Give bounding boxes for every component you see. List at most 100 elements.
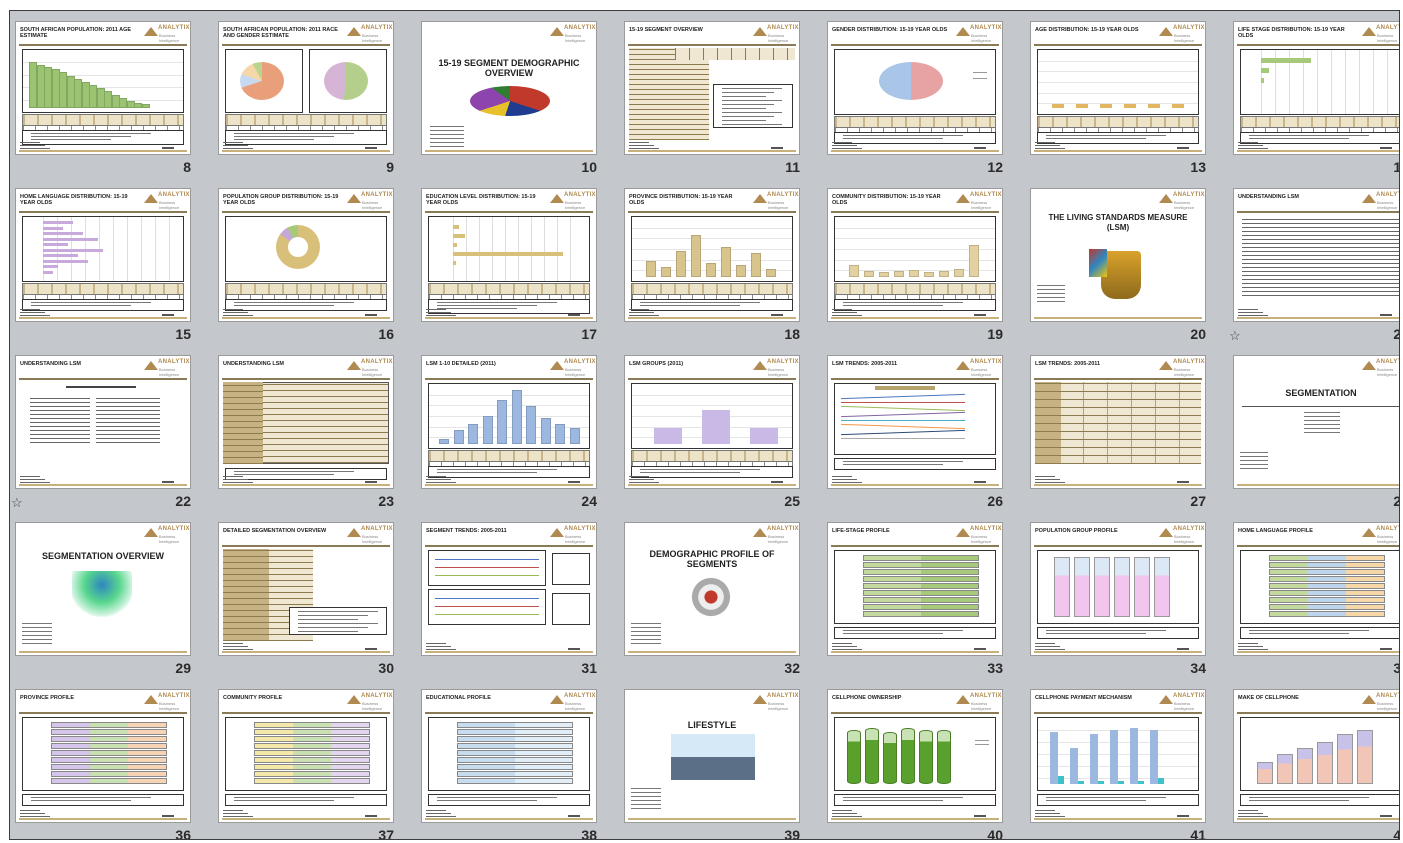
slide-number: 14 [1393,159,1399,175]
chart-header [875,386,935,390]
slide-canvas[interactable]: ANALYTIX Business Intelligence UNDERSTANDI… [218,355,394,489]
slide-thumbnail-11[interactable]: ANALYTIX Business Intelligence 15-19 SEGME… [624,21,804,191]
logo-roof-icon [550,528,564,537]
slide-canvas[interactable]: ANALYTIX Business Intelligence LIFESTYLE [624,689,800,823]
slide-thumbnail-24[interactable]: ANALYTIX Business Intelligence LSM 1-10 DE… [421,355,601,525]
slide-canvas[interactable]: ANALYTIX Business Intelligence SEGMENTATIO… [1233,355,1399,489]
slide-canvas[interactable]: ANALYTIX Business Intelligence POPULATION … [218,188,394,322]
slide-canvas[interactable]: ANALYTIX Business Intelligence MAKE OF CEL… [1233,689,1399,823]
slide-thumbnail-37[interactable]: ANALYTIX Business Intelligence COMMUNITY P… [218,689,398,839]
slide-thumbnail-39[interactable]: ANALYTIX Business Intelligence LIFESTYLE 39 [624,689,804,839]
slide-thumbnail-31[interactable]: ANALYTIX Business Intelligence SEGMENT TRE… [421,522,601,692]
slide-canvas[interactable]: ANALYTIX Business Intelligence PROVINCE PR… [15,689,191,823]
notes-box [289,607,387,635]
slide-thumbnail-15[interactable]: ANALYTIX Business Intelligence HOME LANGUA… [15,188,195,358]
slide-thumbnail-19[interactable]: ANALYTIX Business Intelligence COMMUNITY D… [827,188,1007,358]
slide-thumbnail-14[interactable]: ANALYTIX Business Intelligence LIFE STAGE … [1233,21,1399,191]
slide-canvas[interactable]: ANALYTIX Business Intelligence LSM 1-10 DE… [421,355,597,489]
slide-canvas[interactable]: ANALYTIX Business Intelligence HOME LANGUA… [15,188,191,322]
slide-title: COMMUNITY DISTRIBUTION: 15-19 YEAR OLDS [832,194,941,206]
slide-canvas[interactable]: ANALYTIX Business Intelligence AGE DISTRIB… [1030,21,1206,155]
slide-thumbnail-32[interactable]: ANALYTIX Business Intelligence DEMOGRAPHIC… [624,522,804,692]
chart-frame [1240,550,1399,624]
source-text-line [629,482,659,483]
chart-bar [939,271,949,277]
slide-thumbnail-29[interactable]: ANALYTIX Business Intelligence SEGMENTATIO… [15,522,195,692]
series-line [841,420,965,421]
slide-thumbnail-40[interactable]: ANALYTIX Business Intelligence CELLPHONE O… [827,689,1007,839]
slide-thumbnail-27[interactable]: ANALYTIX Business Intelligence LSM TRENDS:… [1030,355,1210,525]
footer-band [1034,150,1202,152]
slide-canvas[interactable]: ANALYTIX Business Intelligence PROVINCE DI… [624,188,800,322]
slide-thumbnail-30[interactable]: ANALYTIX Business Intelligence DETAILED SE… [218,522,398,692]
slide-thumbnail-12[interactable]: ANALYTIX Business Intelligence GENDER DIST… [827,21,1007,191]
slide-canvas[interactable]: ANALYTIX Business Intelligence DEMOGRAPHIC… [624,522,800,656]
slide-thumbnail-9[interactable]: ANALYTIX Business Intelligence SOUTH AFRIC… [218,21,398,191]
page-footer-logo [1380,314,1392,316]
slide-thumbnail-8[interactable]: ANALYTIX Business Intelligence SOUTH AFRIC… [15,21,195,191]
slide-canvas[interactable]: ANALYTIX Business Intelligence 15-19 SEGME… [421,21,597,155]
slide-canvas[interactable]: ANALYTIX Business Intelligence CELLPHONE P… [1030,689,1206,823]
title-rule [19,211,187,213]
slide-canvas[interactable]: ANALYTIX Business Intelligence COMMUNITY P… [218,689,394,823]
slide-thumbnail-21[interactable]: ANALYTIX Business Intelligence UNDERSTANDI… [1229,188,1399,358]
slide-canvas[interactable]: ANALYTIX Business Intelligence DETAILED SE… [218,522,394,656]
slide-canvas[interactable]: ANALYTIX Business Intelligence CELLPHONE O… [827,689,1003,823]
slide-sorter-pane[interactable]: ANALYTIX Business Intelligence SOUTH AFRIC… [9,10,1400,840]
slide-thumbnail-22[interactable]: ANALYTIX Business Intelligence UNDERSTANDI… [11,355,195,525]
slide-canvas[interactable]: ANALYTIX Business Intelligence HOME LANGUA… [1233,522,1399,656]
footer-band [1034,651,1202,653]
slide-thumbnail-28[interactable]: ANALYTIX Business Intelligence SEGMENTATIO… [1233,355,1399,525]
slide-canvas[interactable]: ANALYTIX Business Intelligence LSM GROUPS … [624,355,800,489]
footer-band [425,317,593,319]
slide-thumbnail-35[interactable]: ANALYTIX Business Intelligence HOME LANGUA… [1233,522,1399,692]
slide-canvas[interactable]: ANALYTIX Business Intelligence COMMUNITY D… [827,188,1003,322]
slide-thumbnail-33[interactable]: ANALYTIX Business Intelligence LIFE-STAGE … [827,522,1007,692]
notes-text-line [1249,800,1349,801]
slide-thumbnail-13[interactable]: ANALYTIX Business Intelligence AGE DISTRIB… [1030,21,1210,191]
slide-canvas[interactable]: ANALYTIX Business Intelligence LIFE-STAGE … [827,522,1003,656]
slide-thumbnail-25[interactable]: ANALYTIX Business Intelligence LSM GROUPS … [624,355,804,525]
slide-thumbnail-42[interactable]: ANALYTIX Business Intelligence MAKE OF CEL… [1233,689,1399,839]
slide-thumbnail-10[interactable]: ANALYTIX Business Intelligence 15-19 SEGME… [421,21,601,191]
slide-canvas[interactable]: ANALYTIX Business Intelligence LIFE STAGE … [1233,21,1399,155]
logo-subtitle: Business Intelligence [1377,534,1398,544]
slide-canvas[interactable]: ANALYTIX Business Intelligence UNDERSTANDI… [1233,188,1399,322]
slide-canvas[interactable]: ANALYTIX Business Intelligence LSM TRENDS:… [827,355,1003,489]
slide-thumbnail-16[interactable]: ANALYTIX Business Intelligence POPULATION … [218,188,398,358]
slide-thumbnail-34[interactable]: ANALYTIX Business Intelligence POPULATION … [1030,522,1210,692]
logo-word: ANALYTIX [1376,526,1399,532]
slide-canvas[interactable]: ANALYTIX Business Intelligence EDUCATION L… [421,188,597,322]
series-line [435,567,539,568]
slide-thumbnail-23[interactable]: ANALYTIX Business Intelligence UNDERSTANDI… [218,355,398,525]
slide-canvas[interactable]: ANALYTIX Business Intelligence SEGMENT TRE… [421,522,597,656]
source-text-line [223,142,243,143]
slide-canvas[interactable]: ANALYTIX Business Intelligence 15-19 SEGME… [624,21,800,155]
slide-canvas[interactable]: ANALYTIX Business Intelligence SOUTH AFRIC… [218,21,394,155]
slide-number: 24 [581,493,597,509]
animation-star-icon[interactable]: ☆ [11,495,23,511]
animation-star-icon[interactable]: ☆ [1229,328,1241,344]
slide-thumbnail-17[interactable]: ANALYTIX Business Intelligence EDUCATION L… [421,188,601,358]
logo-subtitle: Business Intelligence [1377,701,1398,711]
slide-thumbnail-20[interactable]: ANALYTIX Business Intelligence THE LIVING … [1030,188,1210,358]
logo-word: ANALYTIX [1173,693,1205,699]
slide-canvas[interactable]: ANALYTIX Business Intelligence THE LIVING … [1030,188,1206,322]
slide-canvas[interactable]: ANALYTIX Business Intelligence SEGMENTATIO… [15,522,191,656]
slide-thumbnail-26[interactable]: ANALYTIX Business Intelligence LSM TRENDS:… [827,355,1007,525]
slide-thumbnail-41[interactable]: ANALYTIX Business Intelligence CELLPHONE P… [1030,689,1210,839]
slide-canvas[interactable]: ANALYTIX Business Intelligence GENDER DIST… [827,21,1003,155]
slide-canvas[interactable]: ANALYTIX Business Intelligence EDUCATIONAL… [421,689,597,823]
stacked-row [863,611,979,617]
notes-text-line [722,124,782,125]
slide-canvas[interactable]: ANALYTIX Business Intelligence POPULATION … [1030,522,1206,656]
caption-line [631,635,661,636]
slide-canvas[interactable]: ANALYTIX Business Intelligence SOUTH AFRIC… [15,21,191,155]
stacked-row [863,576,979,582]
slide-canvas[interactable]: ANALYTIX Business Intelligence UNDERSTANDI… [15,355,191,489]
slide-canvas[interactable]: ANALYTIX Business Intelligence LSM TRENDS:… [1030,355,1206,489]
source-text-line [426,646,451,647]
slide-thumbnail-36[interactable]: ANALYTIX Business Intelligence PROVINCE PR… [15,689,195,839]
slide-thumbnail-18[interactable]: ANALYTIX Business Intelligence PROVINCE DI… [624,188,804,358]
slide-thumbnail-38[interactable]: ANALYTIX Business Intelligence EDUCATIONAL… [421,689,601,839]
